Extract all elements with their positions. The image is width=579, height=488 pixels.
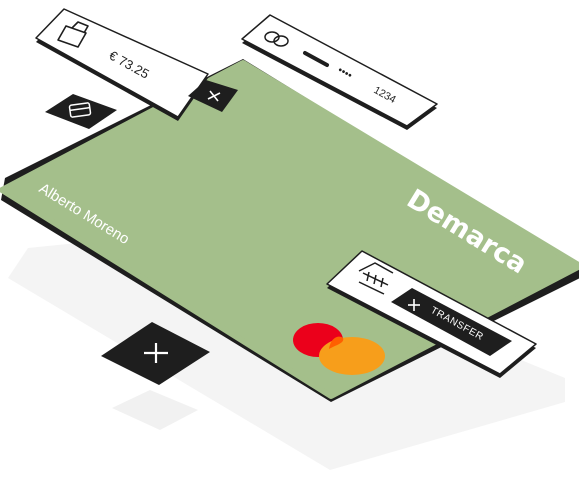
fintech-illustration: Alberto Moreno Demarca € 73.25 •••• 1234… <box>0 8 579 470</box>
card-tile[interactable] <box>45 94 117 129</box>
ghost-tile <box>112 390 198 430</box>
